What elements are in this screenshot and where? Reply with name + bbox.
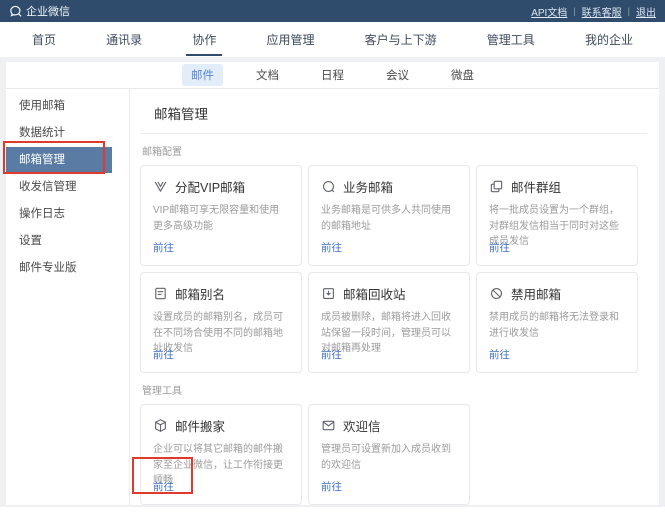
card-head: 邮件群组 [489, 177, 625, 196]
top-link-3[interactable]: 退出 [636, 4, 656, 19]
sidebar-item-2[interactable]: 数据统计 [6, 120, 112, 146]
go-link-分配VIP邮箱[interactable]: 前往 [153, 240, 174, 255]
business-mailbox-icon [321, 179, 336, 194]
page-title: 邮箱管理 [140, 101, 647, 134]
tab-5[interactable]: 微盘 [442, 64, 483, 86]
app-logo[interactable]: 企业微信 [9, 3, 70, 19]
main-panel: 邮件 文档 日程 会议 微盘 使用邮箱数据统计邮箱管理收发信管理操作日志设置邮件专业版 … [6, 62, 659, 505]
tab-4[interactable]: 会议 [377, 64, 418, 86]
content-area: 邮箱管理 邮箱配置分配VIP邮箱VIP邮箱可享无限容量和使用更多高级功能前往业务… [130, 89, 659, 505]
card-title: 邮件搬家 [175, 416, 225, 435]
top-link-2[interactable]: 联系客服 [582, 4, 622, 19]
sidebar-item-6[interactable]: 设置 [6, 228, 112, 254]
card-grid-1: 分配VIP邮箱VIP邮箱可享无限容量和使用更多高级功能前往业务邮箱业务邮箱是可供… [140, 165, 647, 373]
go-link-业务邮箱[interactable]: 前往 [321, 240, 342, 255]
card-description: 管理员可设置新加入成员收到的欢迎信 [321, 442, 457, 473]
top-bar: 企业微信 API文档 | 联系客服 | 退出 [0, 0, 665, 22]
mail-migrate-icon [153, 418, 168, 433]
go-link-欢迎信[interactable]: 前往 [321, 479, 342, 494]
module-tabs: 邮件 文档 日程 会议 微盘 [6, 62, 659, 89]
top-link-separator: | [573, 6, 575, 16]
card-head: 邮件搬家 [153, 416, 289, 435]
card-业务邮箱: 业务邮箱业务邮箱是可供多人共同使用的邮箱地址前往 [308, 165, 470, 266]
card-title: 业务邮箱 [343, 177, 393, 196]
panel-body: 使用邮箱数据统计邮箱管理收发信管理操作日志设置邮件专业版 邮箱管理 邮箱配置分配… [6, 89, 659, 505]
card-grid-2: 邮件搬家企业可以将其它邮箱的邮件搬家至企业微信，让工作衔接更顺畅前往欢迎信管理员… [140, 404, 647, 505]
sidebar-item-1[interactable]: 使用邮箱 [6, 93, 112, 119]
nav-item-5[interactable]: 客户与上下游 [365, 22, 437, 57]
card-description: 业务邮箱是可供多人共同使用的邮箱地址 [321, 203, 457, 234]
top-link-1[interactable]: API文档 [531, 4, 567, 19]
card-description: VIP邮箱可享无限容量和使用更多高级功能 [153, 203, 289, 234]
card-邮件搬家: 邮件搬家企业可以将其它邮箱的邮件搬家至企业微信，让工作衔接更顺畅前往 [140, 404, 302, 505]
top-links: API文档 | 联系客服 | 退出 [531, 4, 656, 19]
sidebar: 使用邮箱数据统计邮箱管理收发信管理操作日志设置邮件专业版 [6, 89, 130, 505]
go-link-邮件群组[interactable]: 前往 [489, 240, 510, 255]
card-head: 禁用邮箱 [489, 284, 625, 303]
section-label-1: 邮箱配置 [142, 143, 647, 158]
sidebar-item-5[interactable]: 操作日志 [6, 201, 112, 227]
tab-2[interactable]: 文档 [247, 64, 288, 86]
card-title: 邮箱回收站 [343, 284, 406, 303]
card-邮件群组: 邮件群组将一批成员设置为一个群组，对群组发信相当于同时对这些成员发信前往 [476, 165, 638, 266]
sidebar-item-7[interactable]: 邮件专业版 [6, 255, 112, 281]
mailbox-recycle-icon [321, 286, 336, 301]
tab-1[interactable]: 邮件 [182, 64, 223, 86]
card-分配VIP邮箱: 分配VIP邮箱 VIP邮箱可享无限容量和使用更多高级功能前往 [140, 165, 302, 266]
go-link-邮件搬家[interactable]: 前往 [153, 479, 174, 494]
welcome-letter-icon [321, 418, 336, 433]
app-logo-text: 企业微信 [26, 3, 70, 19]
section-label-2: 管理工具 [142, 382, 647, 397]
card-head: 欢迎信 [321, 416, 457, 435]
card-title: 邮箱别名 [175, 284, 225, 303]
sections-container: 邮箱配置分配VIP邮箱VIP邮箱可享无限容量和使用更多高级功能前往业务邮箱业务邮… [140, 143, 647, 505]
go-link-邮箱回收站[interactable]: 前往 [321, 347, 342, 362]
card-title: 分配VIP邮箱 [175, 177, 245, 196]
nav-item-4[interactable]: 应用管理 [266, 22, 314, 57]
go-link-禁用邮箱[interactable]: 前往 [489, 347, 510, 362]
card-title: 欢迎信 [343, 416, 381, 435]
mailbox-alias-icon [153, 286, 168, 301]
card-title: 邮件群组 [511, 177, 561, 196]
card-邮箱别名: 邮箱别名设置成员的邮箱别名，成员可在不同场合使用不同的邮箱地址收发信前往 [140, 272, 302, 373]
go-link-邮箱别名[interactable]: 前往 [153, 347, 174, 362]
tab-3[interactable]: 日程 [312, 64, 353, 86]
top-link-separator: | [628, 6, 630, 16]
mail-group-icon [489, 179, 504, 194]
disable-mailbox-icon [489, 286, 504, 301]
card-欢迎信: 欢迎信管理员可设置新加入成员收到的欢迎信前往 [308, 404, 470, 505]
nav-item-3[interactable]: 协作 [192, 22, 216, 57]
card-head: 邮箱别名 [153, 284, 289, 303]
sidebar-item-4[interactable]: 收发信管理 [6, 174, 112, 200]
nav-item-2[interactable]: 通讯录 [106, 22, 142, 57]
card-邮箱回收站: 邮箱回收站成员被删除，邮箱将进入回收站保留一段时间，管理员可以对邮箱再处理前往 [308, 272, 470, 373]
sidebar-item-3[interactable]: 邮箱管理 [6, 147, 112, 173]
nav-item-6[interactable]: 管理工具 [487, 22, 535, 57]
card-description: 禁用成员的邮箱将无法登录和进行收发信 [489, 310, 625, 341]
card-head: 业务邮箱 [321, 177, 457, 196]
nav-item-1[interactable]: 首页 [32, 22, 56, 57]
main-nav: 首页 通讯录 协作 应用管理 客户与上下游 管理工具 我的企业 [0, 22, 665, 57]
nav-item-7[interactable]: 我的企业 [585, 22, 633, 57]
wework-bubble-icon [9, 5, 22, 18]
card-head: 邮箱回收站 [321, 284, 457, 303]
card-head: 分配VIP邮箱 [153, 177, 289, 196]
card-title: 禁用邮箱 [511, 284, 561, 303]
vip-mailbox-icon [153, 179, 168, 194]
card-禁用邮箱: 禁用邮箱禁用成员的邮箱将无法登录和进行收发信前往 [476, 272, 638, 373]
